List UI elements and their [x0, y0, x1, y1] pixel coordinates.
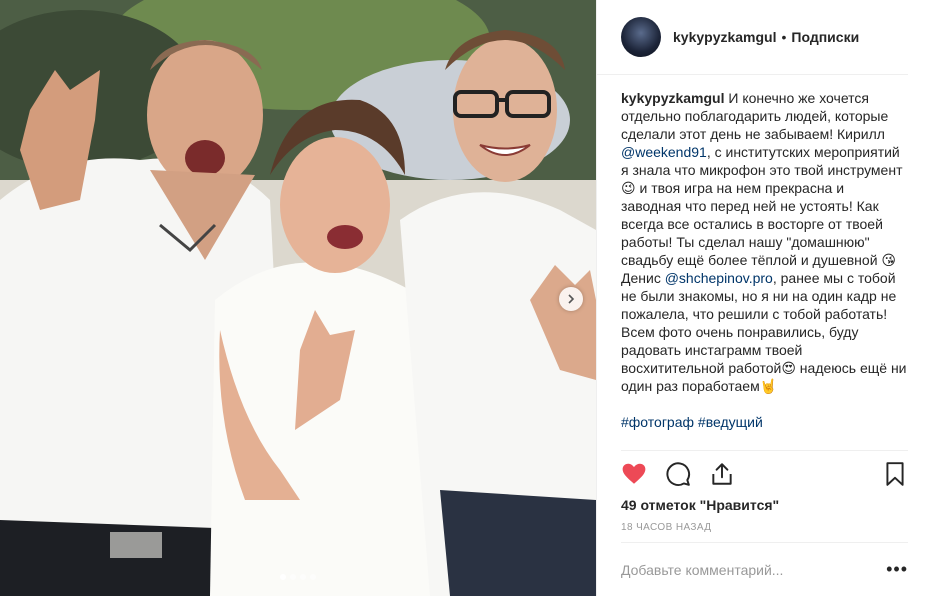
post-photo[interactable]	[0, 0, 596, 596]
carousel-next-button[interactable]	[559, 287, 583, 311]
wedding-photo-illustration	[0, 0, 596, 596]
following-button[interactable]: Подписки	[791, 29, 859, 45]
comment-bubble-icon[interactable]	[665, 461, 691, 487]
header-separator: •	[781, 29, 787, 45]
carousel-indicator	[0, 574, 596, 580]
carousel-dot	[310, 574, 316, 580]
carousel-dot	[300, 574, 306, 580]
comment-input[interactable]	[621, 561, 887, 578]
caption-text-2: , с институтских мероприятий я знала что…	[621, 144, 903, 286]
post-sidebar: kykypyzkamgul • Подписки kykypyzkamgul И…	[596, 0, 928, 596]
mention-link-weekend91[interactable]: @weekend91	[621, 144, 707, 160]
post-timestamp[interactable]: 18 ЧАСОВ НАЗАД	[621, 522, 711, 533]
caption-username[interactable]: kykypyzkamgul	[621, 90, 725, 106]
carousel-dot	[280, 574, 286, 580]
carousel-dot	[290, 574, 296, 580]
share-icon[interactable]	[709, 461, 735, 487]
username-link[interactable]: kykypyzkamgul	[673, 29, 777, 45]
likes-count[interactable]: 49 отметок "Нравится"	[621, 497, 779, 513]
caption-text-3: , ранее мы с тобой не были знакомы, но я…	[621, 270, 907, 394]
comment-bar: •••	[621, 542, 908, 596]
mention-link-shchepinov[interactable]: @shchepinov.pro	[665, 270, 773, 286]
action-bar	[621, 450, 908, 487]
heart-filled-icon[interactable]	[621, 461, 647, 487]
hashtag-links[interactable]: #фотограф #ведущий	[621, 414, 763, 430]
chevron-right-icon	[568, 294, 575, 304]
post-caption: kykypyzkamgul И конечно же хочется отдел…	[597, 75, 928, 447]
avatar[interactable]	[621, 17, 661, 57]
post-header: kykypyzkamgul • Подписки	[597, 0, 908, 75]
instagram-post: kykypyzkamgul • Подписки kykypyzkamgul И…	[0, 0, 928, 596]
bookmark-icon[interactable]	[882, 461, 908, 487]
more-options-icon[interactable]: •••	[886, 559, 908, 580]
